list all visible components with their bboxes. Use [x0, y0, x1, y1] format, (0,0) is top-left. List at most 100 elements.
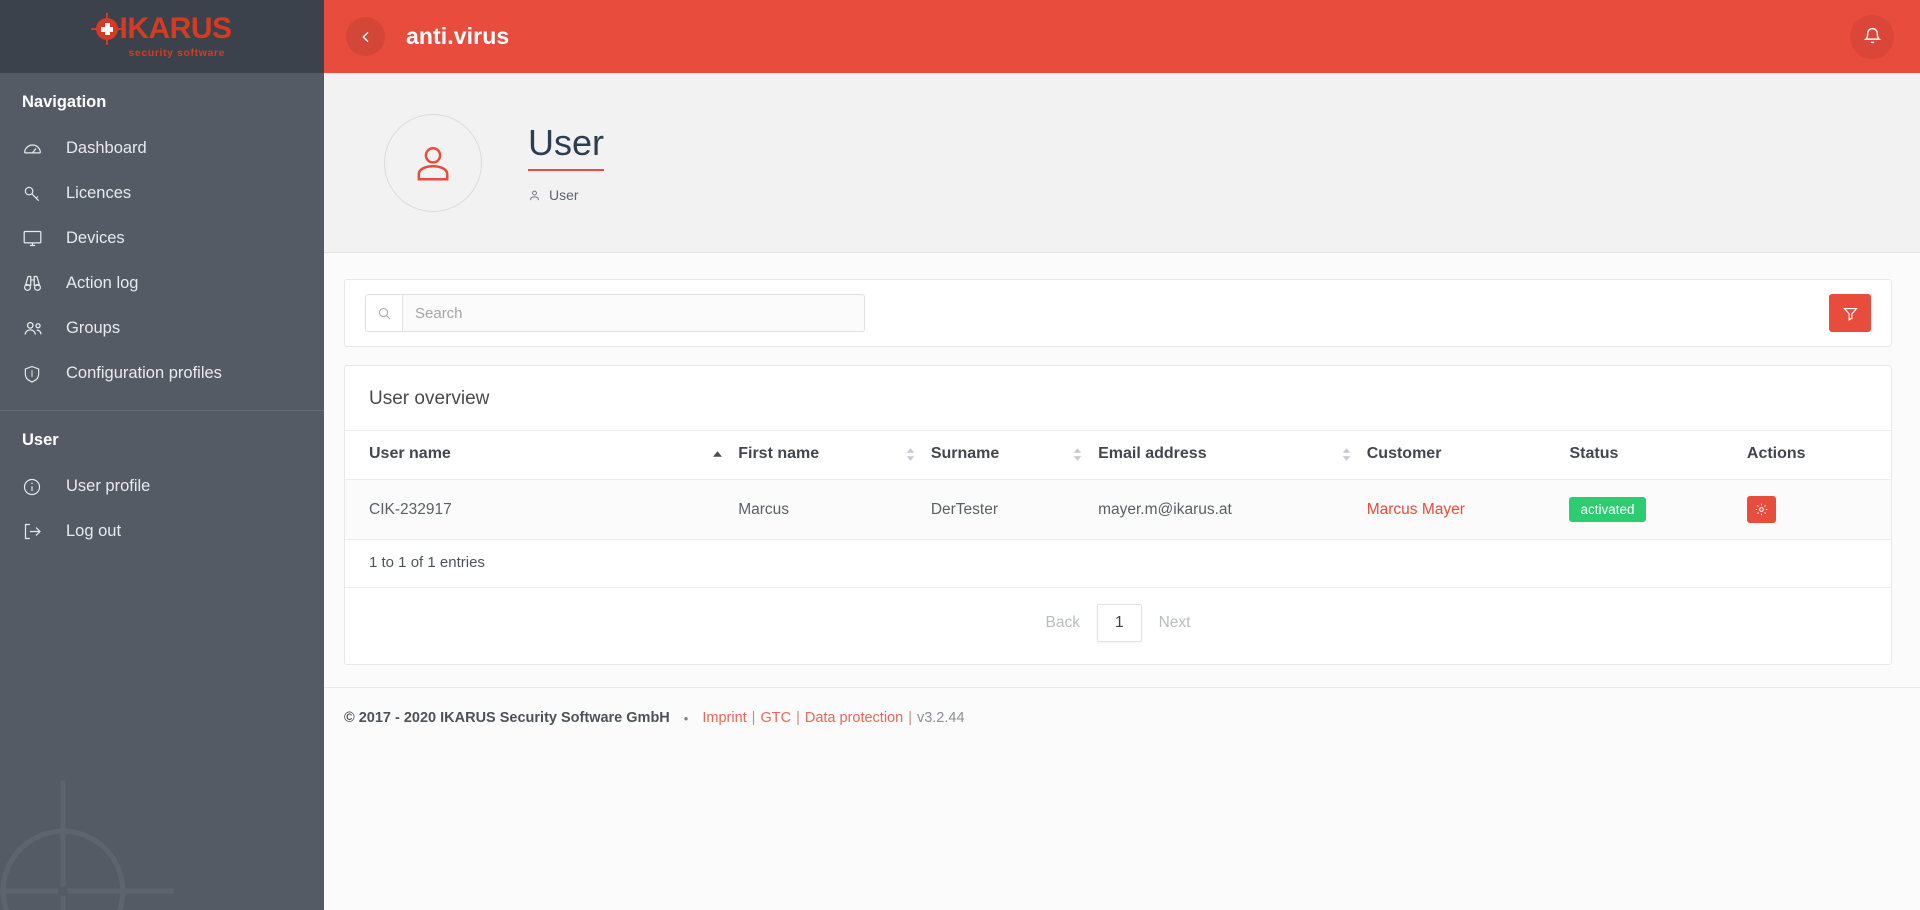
- sidebar-item-label: Groups: [66, 319, 121, 337]
- footer-separator: |: [751, 710, 756, 726]
- back-button[interactable]: [346, 17, 385, 56]
- user-table: User name First name Surname Email addre…: [345, 431, 1891, 540]
- nav-heading-user: User: [22, 431, 59, 449]
- user-overview-card: User overview User name First name Surna…: [344, 365, 1892, 665]
- column-header-actions: Actions: [1738, 431, 1891, 480]
- sidebar-item-log-out[interactable]: Log out: [0, 509, 324, 554]
- footer-bullet: •: [683, 710, 689, 726]
- pagination: Back 1 Next: [345, 588, 1891, 664]
- footer-version: v3.2.44: [916, 710, 965, 726]
- sidebar-item-label: User profile: [66, 477, 151, 495]
- monitor-icon: [22, 228, 50, 250]
- pagination-next-button[interactable]: Next: [1142, 604, 1208, 642]
- sidebar-item-configuration-profiles[interactable]: Configuration profiles: [0, 351, 324, 396]
- column-label: Status: [1569, 445, 1619, 462]
- logo-tagline: security software: [128, 47, 226, 59]
- sidebar-item-groups[interactable]: Groups: [0, 306, 324, 351]
- dashboard-gauge-icon: [22, 138, 50, 160]
- binoculars-icon: [22, 273, 50, 295]
- breadcrumb-label: User: [549, 187, 579, 204]
- status-badge: activated: [1569, 497, 1646, 522]
- page-title: User: [528, 122, 605, 172]
- cell-email-address: mayer.m@ikarus.at: [1090, 479, 1359, 540]
- user-small-icon: [528, 189, 541, 202]
- column-header-surname[interactable]: Surname: [922, 431, 1091, 480]
- column-label: Email address: [1098, 445, 1207, 462]
- column-header-first-name[interactable]: First name: [730, 431, 923, 480]
- sidebar-item-dashboard[interactable]: Dashboard: [0, 126, 324, 171]
- column-header-customer: Customer: [1358, 431, 1562, 480]
- column-header-user-name[interactable]: User name: [345, 431, 731, 480]
- sidebar-item-label: Action log: [66, 274, 139, 292]
- sidebar-item-devices[interactable]: Devices: [0, 216, 324, 261]
- footer-copyright: © 2017 - 2020 IKARUS Security Software G…: [344, 710, 670, 726]
- top-bar: anti.virus: [324, 0, 1920, 73]
- column-label: Customer: [1366, 445, 1442, 462]
- table-header-row: User name First name Surname Email addre…: [345, 431, 1891, 480]
- shield-icon: [22, 363, 50, 385]
- main-area: anti.virus User User Search User overvie…: [324, 0, 1920, 910]
- search-toolbar: [344, 279, 1892, 347]
- sidebar-item-licences[interactable]: Licences: [0, 171, 324, 216]
- avatar: [384, 113, 482, 212]
- footer: © 2017 - 2020 IKARUS Security Software G…: [324, 687, 1920, 726]
- footer-separator: |: [908, 710, 912, 726]
- breadcrumb: User: [528, 187, 604, 203]
- bell-icon: [1863, 27, 1881, 44]
- app-title: anti.virus: [406, 23, 510, 49]
- column-label: User name: [369, 445, 451, 462]
- info-circle-icon: [22, 476, 50, 498]
- search-group: [365, 294, 865, 332]
- sort-none-icon: [1073, 447, 1082, 461]
- sort-none-icon: [1342, 447, 1351, 461]
- sort-ascending-icon: [713, 451, 723, 457]
- filter-funnel-icon: [1842, 307, 1858, 321]
- sidebar-item-label: Dashboard: [66, 139, 147, 157]
- app-root: IKARUS security software Navigation Dash…: [0, 0, 1920, 910]
- ikarus-watermark-icon: [0, 776, 178, 910]
- column-label: Surname: [930, 445, 1000, 462]
- sidebar-item-action-log[interactable]: Action log: [0, 261, 324, 306]
- footer-link-data-protection[interactable]: Data protection: [805, 710, 903, 726]
- sidebar-logo: IKARUS security software: [0, 0, 324, 73]
- sidebar: IKARUS security software Navigation Dash…: [0, 0, 324, 910]
- users-group-icon: [22, 318, 50, 340]
- search-icon: [365, 294, 402, 332]
- cell-user-name: CIK-232917: [345, 479, 731, 540]
- sign-out-icon: [22, 521, 50, 543]
- gear-icon: [1755, 503, 1768, 516]
- key-icon: [22, 183, 50, 205]
- page-header: User User: [324, 73, 1920, 253]
- table-row[interactable]: CIK-232917 Marcus DerTester mayer.m@ikar…: [345, 479, 1891, 540]
- column-header-status: Status: [1561, 431, 1739, 480]
- cell-first-name: Marcus: [730, 479, 923, 540]
- sort-none-icon: [906, 447, 915, 461]
- row-settings-button[interactable]: [1746, 496, 1776, 523]
- column-label: Actions: [1746, 445, 1806, 462]
- customer-link[interactable]: Marcus Mayer: [1367, 501, 1465, 518]
- sidebar-item-label: Licences: [66, 184, 132, 202]
- pagination-page-1[interactable]: 1: [1096, 604, 1142, 642]
- sidebar-item-label: Log out: [66, 522, 122, 540]
- nav-heading-navigation: Navigation: [22, 93, 107, 111]
- footer-link-imprint[interactable]: Imprint: [702, 710, 746, 726]
- filter-button[interactable]: [1829, 294, 1871, 332]
- user-avatar-icon: [417, 146, 449, 181]
- sidebar-item-label: Devices: [66, 229, 125, 247]
- chevron-left-icon: [361, 31, 369, 42]
- logo-wordmark: IKARUS: [119, 12, 232, 45]
- sidebar-item-user-profile[interactable]: User profile: [0, 464, 324, 509]
- content-area: User overview User name: [324, 253, 1920, 910]
- footer-link-gtc[interactable]: GTC: [760, 710, 791, 726]
- search-input[interactable]: [402, 294, 865, 332]
- notifications-button[interactable]: [1850, 14, 1894, 59]
- sidebar-item-label: Configuration profiles: [66, 364, 222, 382]
- ikarus-crosshair-icon: [91, 13, 124, 45]
- card-title: User overview: [345, 366, 1891, 431]
- pagination-back-button[interactable]: Back: [1029, 604, 1097, 642]
- footer-separator: |: [796, 710, 800, 726]
- entries-info: 1 to 1 of 1 entries: [345, 540, 1891, 588]
- cell-surname: DerTester: [922, 479, 1091, 540]
- column-header-email-address[interactable]: Email address: [1090, 431, 1359, 480]
- column-label: First name: [738, 445, 820, 462]
